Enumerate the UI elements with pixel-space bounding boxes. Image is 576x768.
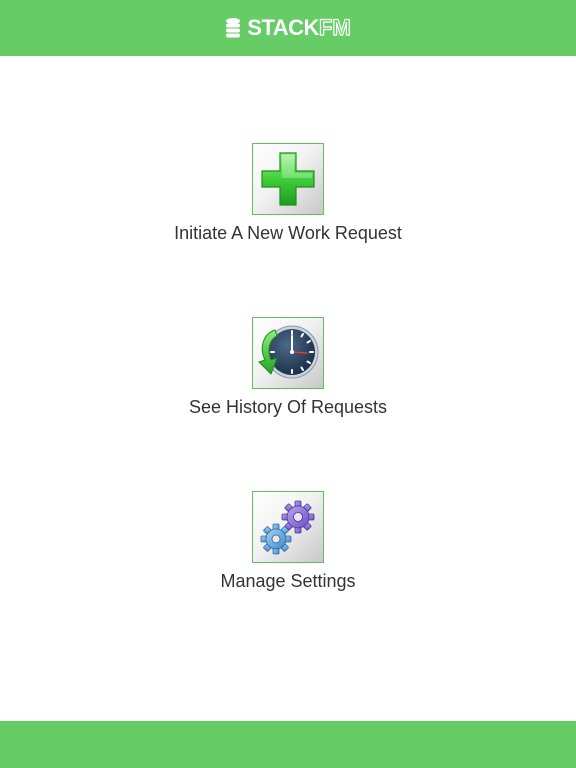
app-header: STACK FM bbox=[0, 0, 576, 56]
brand-text-fm: FM bbox=[318, 15, 351, 40]
request-history-button[interactable]: See History Of Requests bbox=[0, 317, 576, 417]
manage-settings-button[interactable]: Manage Settings bbox=[0, 491, 576, 591]
new-request-label: Initiate A New Work Request bbox=[174, 223, 402, 243]
brand-text-stack: STACK bbox=[247, 15, 319, 40]
new-request-icon-box[interactable] bbox=[252, 143, 324, 215]
history-icon-box[interactable] bbox=[252, 317, 324, 389]
stacked-coins-icon bbox=[226, 18, 241, 38]
new-work-request-button[interactable]: Initiate A New Work Request bbox=[0, 143, 576, 243]
app-screen: STACK FM Initiate A New Work Request See… bbox=[0, 0, 576, 768]
history-label: See History Of Requests bbox=[188, 397, 388, 417]
plus-icon bbox=[261, 152, 315, 206]
brand-wordmark: STACK FM bbox=[247, 15, 351, 40]
settings-label: Manage Settings bbox=[220, 571, 356, 591]
app-footer bbox=[0, 721, 576, 768]
brand-logo: STACK FM bbox=[225, 15, 351, 40]
gears-icon bbox=[260, 500, 315, 555]
clock-history-icon bbox=[258, 325, 319, 379]
settings-icon-box[interactable] bbox=[252, 491, 324, 563]
